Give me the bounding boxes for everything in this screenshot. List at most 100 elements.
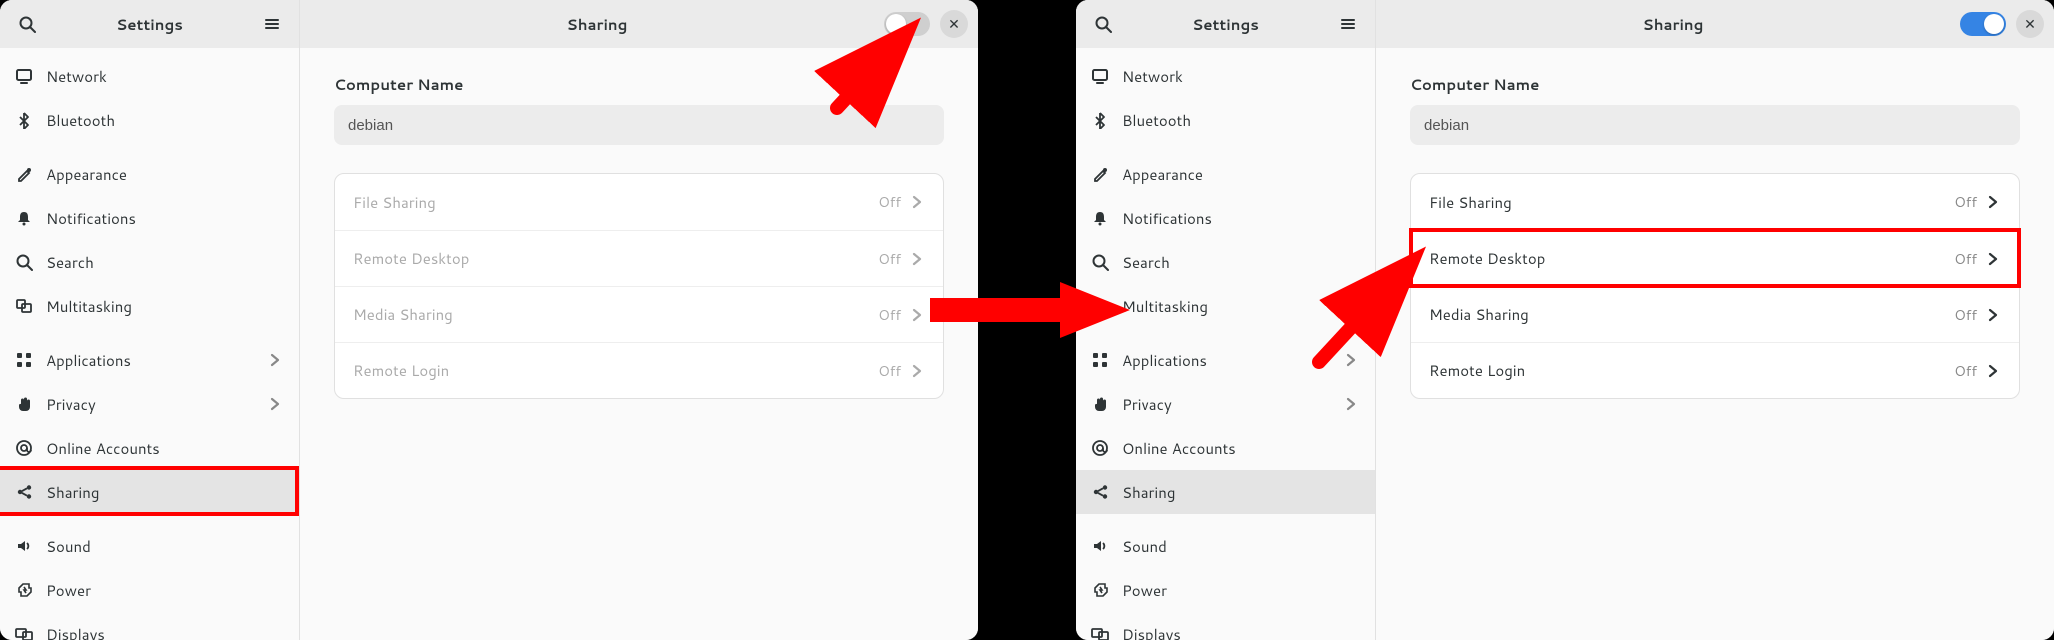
sidebar-item-online-accounts[interactable]: Online Accounts [1076, 426, 1375, 470]
sharing-row-remote-login[interactable]: Remote LoginOff [1411, 342, 2019, 398]
sidebar-item-sharing[interactable]: Sharing [1076, 470, 1375, 514]
sidebar-separator [0, 328, 299, 338]
sidebar-item-notifications[interactable]: Notifications [1076, 196, 1375, 240]
sidebar-item-multitasking[interactable]: Multitasking [1076, 284, 1375, 328]
power-icon [1090, 580, 1110, 600]
sidebar-item-label: Displays [46, 624, 285, 640]
chevron-right-icon [265, 394, 285, 414]
sidebar-item-appearance[interactable]: Appearance [0, 152, 299, 196]
sidebar-item-sound[interactable]: Sound [1076, 524, 1375, 568]
sidebar: Settings Network Bluetooth Appearance Notifi… [1076, 0, 1376, 640]
sidebar-item-online-accounts[interactable]: Online Accounts [0, 426, 299, 470]
sharing-row-status: Off [878, 361, 901, 381]
hamburger-icon [1338, 14, 1358, 34]
sidebar-item-label: Applications [1122, 350, 1329, 371]
sidebar-list[interactable]: NetworkBluetoothAppearanceNotificationsS… [0, 48, 299, 640]
sidebar-item-displays[interactable]: Displays [1076, 612, 1375, 640]
computer-name-label: Computer Name [1410, 74, 2020, 95]
windows-icon [1090, 296, 1110, 316]
chevron-right-icon [265, 350, 285, 370]
sidebar-item-label: Online Accounts [1122, 438, 1361, 459]
power-icon [14, 580, 34, 600]
sidebar-search-button[interactable] [10, 7, 44, 41]
sidebar-item-power[interactable]: Power [1076, 568, 1375, 612]
displays-icon [14, 624, 34, 640]
sidebar-item-label: Power [46, 580, 285, 601]
computer-name-label: Computer Name [334, 74, 944, 95]
search-icon [17, 14, 37, 34]
sidebar-separator [1076, 328, 1375, 338]
sidebar-item-label: Network [1122, 66, 1361, 87]
close-button[interactable]: ✕ [2016, 10, 2044, 38]
chevron-right-icon [1983, 305, 2003, 325]
close-button[interactable]: ✕ [940, 10, 968, 38]
computer-name-input[interactable] [1410, 105, 2020, 145]
sidebar-item-displays[interactable]: Displays [0, 612, 299, 640]
sidebar-item-sound[interactable]: Sound [0, 524, 299, 568]
search-icon [1093, 14, 1113, 34]
close-icon: ✕ [948, 16, 960, 33]
content-pane: Sharing✕Computer NameFile SharingOffRemo… [1376, 0, 2054, 640]
hand-icon [14, 394, 34, 414]
sidebar-search-button[interactable] [1086, 7, 1120, 41]
at-icon [1090, 438, 1110, 458]
sidebar-item-power[interactable]: Power [0, 568, 299, 612]
bluetooth-icon [14, 110, 34, 130]
sidebar-header: Settings [0, 0, 299, 48]
sidebar-item-privacy[interactable]: Privacy [0, 382, 299, 426]
sidebar-item-sharing[interactable]: Sharing [0, 470, 299, 514]
sidebar-item-bluetooth[interactable]: Bluetooth [1076, 98, 1375, 142]
search-icon [1090, 252, 1110, 272]
sidebar-item-search[interactable]: Search [1076, 240, 1375, 284]
sidebar-item-appearance[interactable]: Appearance [1076, 152, 1375, 196]
grid-icon [1090, 350, 1110, 370]
sidebar-item-label: Sharing [46, 482, 285, 503]
sidebar-item-multitasking[interactable]: Multitasking [0, 284, 299, 328]
sharing-row-media-sharing: Media SharingOff [335, 286, 943, 342]
sharing-row-file-sharing: File SharingOff [335, 174, 943, 230]
settings-window-right: Settings Network Bluetooth Appearance Notifi… [1076, 0, 2054, 640]
sharing-row-status: Off [878, 249, 901, 269]
sharing-master-toggle[interactable] [1960, 12, 2006, 36]
chevron-right-icon [907, 249, 927, 269]
sidebar-item-applications[interactable]: Applications [0, 338, 299, 382]
sidebar-item-notifications[interactable]: Notifications [0, 196, 299, 240]
sharing-row-label: Remote Login [1429, 360, 1954, 381]
sidebar-item-network[interactable]: Network [0, 54, 299, 98]
content-body: Computer Name File SharingOffRemote Deskt… [1376, 48, 2054, 425]
sidebar-item-label: Online Accounts [46, 438, 285, 459]
sidebar-item-label: Privacy [1122, 394, 1329, 415]
sidebar-list[interactable]: Network Bluetooth Appearance Notifications S… [1076, 48, 1375, 640]
sidebar-item-label: Privacy [46, 394, 253, 415]
sidebar-title: Settings [1120, 14, 1331, 35]
sidebar-item-label: Sharing [1122, 482, 1361, 503]
sharing-options-card: File SharingOffRemote DesktopOffMedia Sh… [1410, 173, 2020, 399]
sharing-row-label: Remote Login [353, 360, 878, 381]
close-icon: ✕ [2024, 16, 2036, 33]
sharing-row-file-sharing[interactable]: File SharingOff [1411, 174, 2019, 230]
sidebar-item-search[interactable]: Search [0, 240, 299, 284]
sidebar-menu-button[interactable] [255, 7, 289, 41]
sharing-row-remote-desktop[interactable]: Remote DesktopOff [1411, 230, 2019, 286]
sidebar-item-privacy[interactable]: Privacy [1076, 382, 1375, 426]
chevron-right-icon [907, 361, 927, 381]
computer-name-input[interactable] [334, 105, 944, 145]
sharing-row-remote-login: Remote LoginOff [335, 342, 943, 398]
sharing-row-media-sharing[interactable]: Media SharingOff [1411, 286, 2019, 342]
content-body: Computer NameFile SharingOffRemote Deskt… [300, 48, 978, 425]
sharing-row-label: File Sharing [353, 192, 878, 213]
search-icon [14, 252, 34, 272]
sidebar-item-applications[interactable]: Applications [1076, 338, 1375, 382]
chevron-right-icon [1983, 249, 2003, 269]
sharing-row-label: Remote Desktop [353, 248, 878, 269]
sidebar-item-network[interactable]: Network [1076, 54, 1375, 98]
sidebar-item-label: Sound [46, 536, 285, 557]
sidebar-menu-button[interactable] [1331, 7, 1365, 41]
sharing-row-remote-desktop: Remote DesktopOff [335, 230, 943, 286]
sidebar-item-label: Notifications [1122, 208, 1361, 229]
sidebar-item-bluetooth[interactable]: Bluetooth [0, 98, 299, 142]
sidebar-separator [1076, 514, 1375, 524]
sharing-master-toggle[interactable] [884, 12, 930, 36]
sidebar-item-label: Applications [46, 350, 253, 371]
brush-icon [14, 164, 34, 184]
